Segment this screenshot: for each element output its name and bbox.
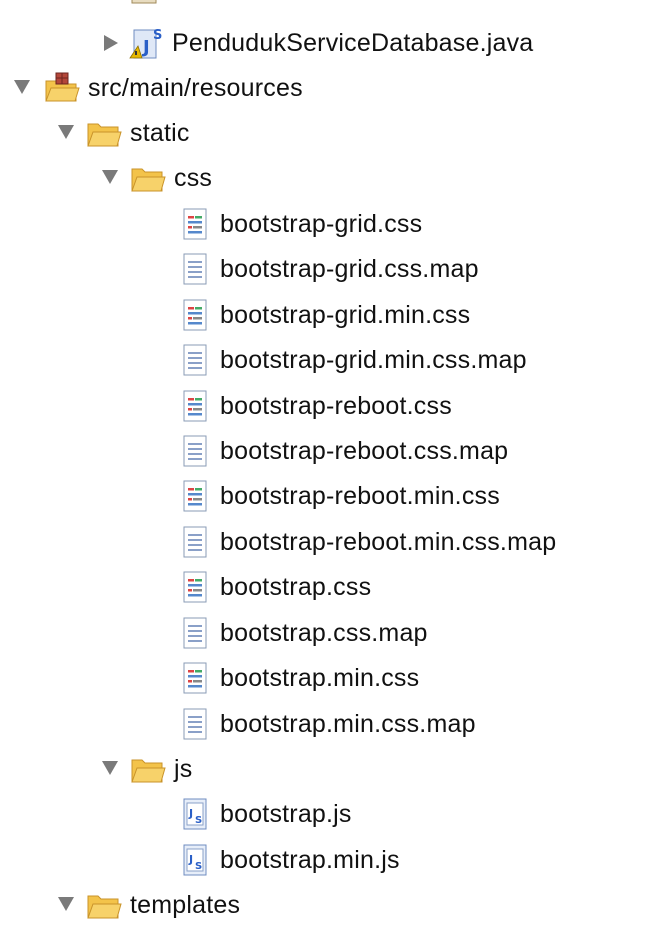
folder-icon — [128, 932, 164, 938]
css-file-icon — [178, 298, 214, 332]
tree-row-file[interactable]: bootstrap-reboot.css — [0, 384, 648, 429]
css-file-icon — [178, 389, 214, 423]
folder-icon — [130, 161, 166, 195]
collapse-arrow-icon[interactable] — [58, 125, 74, 139]
css-file-icon — [178, 661, 214, 695]
tree-item-label: bootstrap-reboot.css.map — [220, 437, 509, 465]
source-folder-icon — [44, 71, 80, 105]
svg-text:J: J — [141, 37, 150, 58]
tree-row-file[interactable]: bootstrap.css — [0, 565, 648, 610]
js-file-icon: J S — [178, 797, 214, 831]
tree-item-label: bootstrap-grid.css.map — [220, 255, 479, 283]
tree-item-label: bootstrap-grid.css — [220, 210, 423, 238]
collapse-arrow-icon[interactable] — [102, 761, 118, 775]
tree-row-file[interactable]: bootstrap-grid.min.css — [0, 293, 648, 338]
css-file-icon — [178, 207, 214, 241]
tree-row-file[interactable]: bootstrap.min.css — [0, 656, 648, 701]
tree-row-file[interactable]: bootstrap.min.css.map — [0, 702, 648, 747]
css-file-icon — [178, 570, 214, 604]
tree-item-label: bootstrap.min.css — [220, 664, 420, 692]
tree-item-label: bootstrap.css — [220, 573, 372, 601]
tree-item-label: bootstrap-reboot.min.css.map — [220, 528, 557, 556]
tree-row-partial — [0, 0, 648, 11]
tree-item-label: templates — [130, 891, 241, 919]
tree-item-label: bootstrap-reboot.min.css — [220, 482, 500, 510]
tree-row-file[interactable]: J S bootstrap.min.js — [0, 838, 648, 883]
folder-icon — [86, 116, 122, 150]
text-file-icon — [178, 616, 214, 650]
tree-row-penduduk-service-database[interactable]: J S PendudukServiceDatabase.java — [0, 21, 648, 66]
tree-row-partial — [0, 928, 648, 938]
java-interface-icon: J S — [128, 26, 164, 60]
java-file-icon — [128, 0, 164, 5]
tree-item-label: bootstrap-reboot.css — [220, 392, 452, 420]
text-file-icon — [178, 525, 214, 559]
tree-item-label: css — [174, 164, 213, 192]
tree-row-js[interactable]: js — [0, 747, 648, 792]
tree-row-templates[interactable]: templates — [0, 883, 648, 928]
js-file-icon: J S — [178, 843, 214, 877]
svg-text:J: J — [188, 807, 193, 820]
tree-row-file[interactable]: bootstrap-reboot.min.css — [0, 474, 648, 519]
text-file-icon — [178, 707, 214, 741]
tree-row-src-main-resources[interactable]: src/main/resources — [0, 66, 648, 111]
tree-row-static[interactable]: static — [0, 111, 648, 156]
tree-row-file[interactable]: bootstrap.css.map — [0, 611, 648, 656]
tree-row-file[interactable]: bootstrap-reboot.min.css.map — [0, 520, 648, 565]
collapse-arrow-icon[interactable] — [102, 170, 118, 184]
tree-item-label: bootstrap.js — [220, 800, 352, 828]
folder-icon — [130, 752, 166, 786]
tree-item-label: static — [130, 119, 190, 147]
tree-item-label: PendudukServiceDatabase.java — [172, 29, 534, 57]
svg-text:S: S — [153, 28, 162, 43]
css-file-icon — [178, 479, 214, 513]
folder-icon — [86, 888, 122, 922]
text-file-icon — [178, 343, 214, 377]
tree-item-label: bootstrap.css.map — [220, 619, 428, 647]
tree-item-label: bootstrap.min.js — [220, 846, 400, 874]
tree-item-label: js — [174, 755, 193, 783]
collapse-arrow-icon[interactable] — [14, 80, 30, 94]
tree-row-css[interactable]: css — [0, 156, 648, 201]
svg-text:S: S — [195, 815, 202, 826]
tree-row-file[interactable]: bootstrap-grid.min.css.map — [0, 338, 648, 383]
tree-row-file[interactable]: bootstrap-grid.css — [0, 202, 648, 247]
collapse-arrow-icon[interactable] — [58, 897, 74, 911]
tree-item-label: bootstrap-grid.min.css.map — [220, 346, 527, 374]
svg-text:J: J — [188, 853, 193, 866]
expand-arrow-icon[interactable] — [104, 35, 118, 51]
tree-item-label: src/main/resources — [88, 74, 303, 102]
svg-text:S: S — [195, 861, 202, 872]
text-file-icon — [178, 434, 214, 468]
tree-row-file[interactable]: bootstrap-grid.css.map — [0, 247, 648, 292]
tree-item-label: bootstrap.min.css.map — [220, 710, 476, 738]
project-explorer-tree: J S PendudukServiceDatabase.java src/mai… — [0, 0, 648, 938]
text-file-icon — [178, 252, 214, 286]
tree-row-file[interactable]: J S bootstrap.js — [0, 792, 648, 837]
tree-item-label: bootstrap-grid.min.css — [220, 301, 471, 329]
tree-row-file[interactable]: bootstrap-reboot.css.map — [0, 429, 648, 474]
